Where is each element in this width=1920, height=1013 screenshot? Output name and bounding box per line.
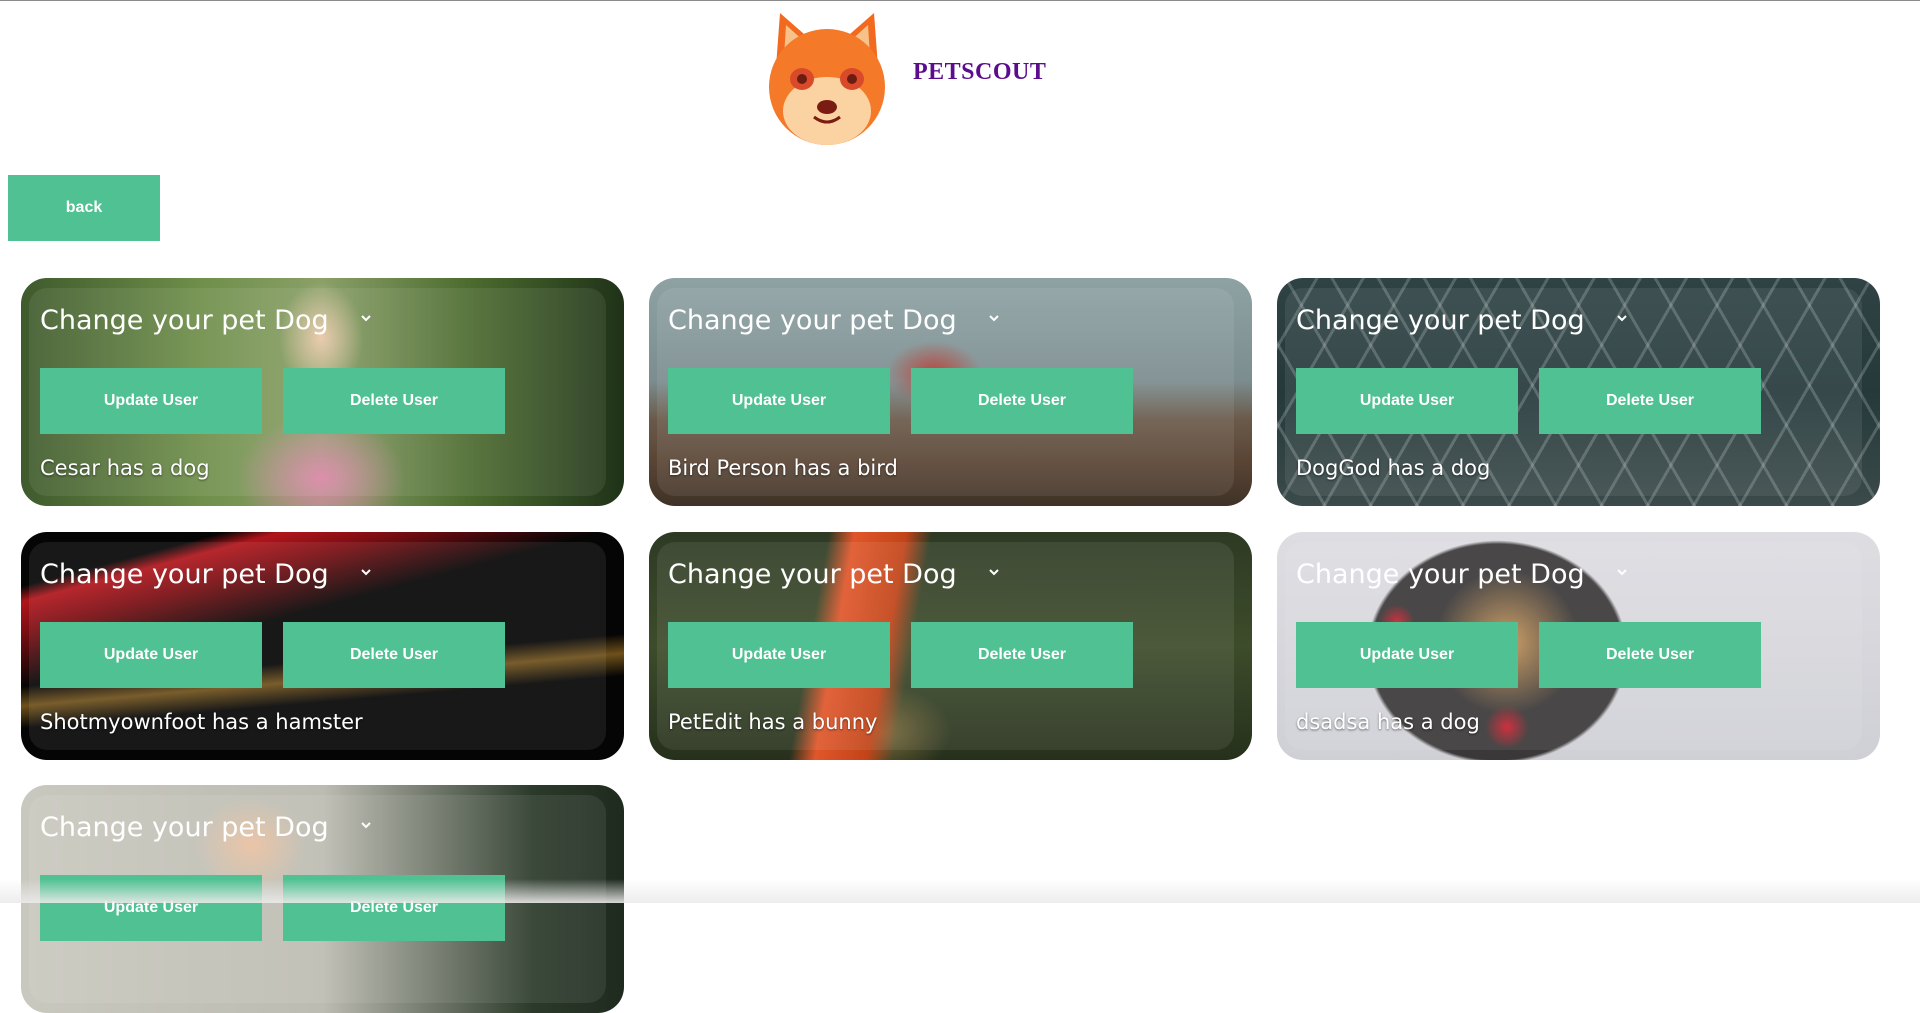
back-button[interactable]: back	[8, 175, 160, 241]
pet-owner-caption: dsadsa has a dog	[1296, 710, 1480, 734]
brand-name: PETSCOUT	[913, 59, 1047, 85]
update-user-button[interactable]: Update User	[40, 368, 262, 434]
update-user-button[interactable]: Update User	[668, 622, 890, 688]
chevron-down-icon	[989, 569, 999, 576]
pet-type-select[interactable]: Change your pet Dog	[40, 554, 380, 594]
pet-card: Change your pet Dog Update User Delete U…	[649, 532, 1252, 760]
pet-card: Change your pet Dog Update User Delete U…	[1277, 532, 1880, 760]
pet-owner-caption: Bird Person has a bird	[668, 456, 898, 480]
update-user-button[interactable]: Update User	[668, 368, 890, 434]
delete-user-button[interactable]: Delete User	[911, 622, 1133, 688]
pet-owner-caption: DogGod has a dog	[1296, 456, 1491, 480]
chevron-down-icon	[1617, 315, 1627, 322]
pet-owner-caption: PetEdit has a bunny	[668, 710, 878, 734]
chevron-down-icon	[361, 822, 371, 829]
update-user-button[interactable]: Update User	[40, 622, 262, 688]
chevron-down-icon	[989, 315, 999, 322]
delete-user-button[interactable]: Delete User	[1539, 622, 1761, 688]
chevron-down-icon	[361, 315, 371, 322]
pet-card: Change your pet Dog Update User Delete U…	[21, 278, 624, 506]
pet-type-select[interactable]: Change your pet Dog	[668, 300, 1008, 340]
pet-type-select[interactable]: Change your pet Dog	[668, 554, 1008, 594]
pet-card: Change your pet Dog Update User Delete U…	[649, 278, 1252, 506]
pet-owner-caption: Cesar has a dog	[40, 456, 210, 480]
pet-card: Change your pet Dog Update User Delete U…	[21, 532, 624, 760]
pet-card: Change your pet Dog Update User Delete U…	[1277, 278, 1880, 506]
page-bottom-shadow	[0, 879, 1920, 903]
shiba-dog-logo	[769, 13, 885, 145]
update-user-button[interactable]: Update User	[1296, 622, 1518, 688]
pet-type-select[interactable]: Change your pet Dog	[40, 807, 380, 847]
delete-user-button[interactable]: Delete User	[911, 368, 1133, 434]
pet-owner-caption: Shotmyownfoot has a hamster	[40, 710, 363, 734]
delete-user-button[interactable]: Delete User	[283, 368, 505, 434]
pet-type-select[interactable]: Change your pet Dog	[1296, 554, 1636, 594]
delete-user-button[interactable]: Delete User	[283, 622, 505, 688]
pet-type-select[interactable]: Change your pet Dog	[40, 300, 380, 340]
delete-user-button[interactable]: Delete User	[1539, 368, 1761, 434]
update-user-button[interactable]: Update User	[1296, 368, 1518, 434]
chevron-down-icon	[361, 569, 371, 576]
pet-type-select[interactable]: Change your pet Dog	[1296, 300, 1636, 340]
chevron-down-icon	[1617, 569, 1627, 576]
